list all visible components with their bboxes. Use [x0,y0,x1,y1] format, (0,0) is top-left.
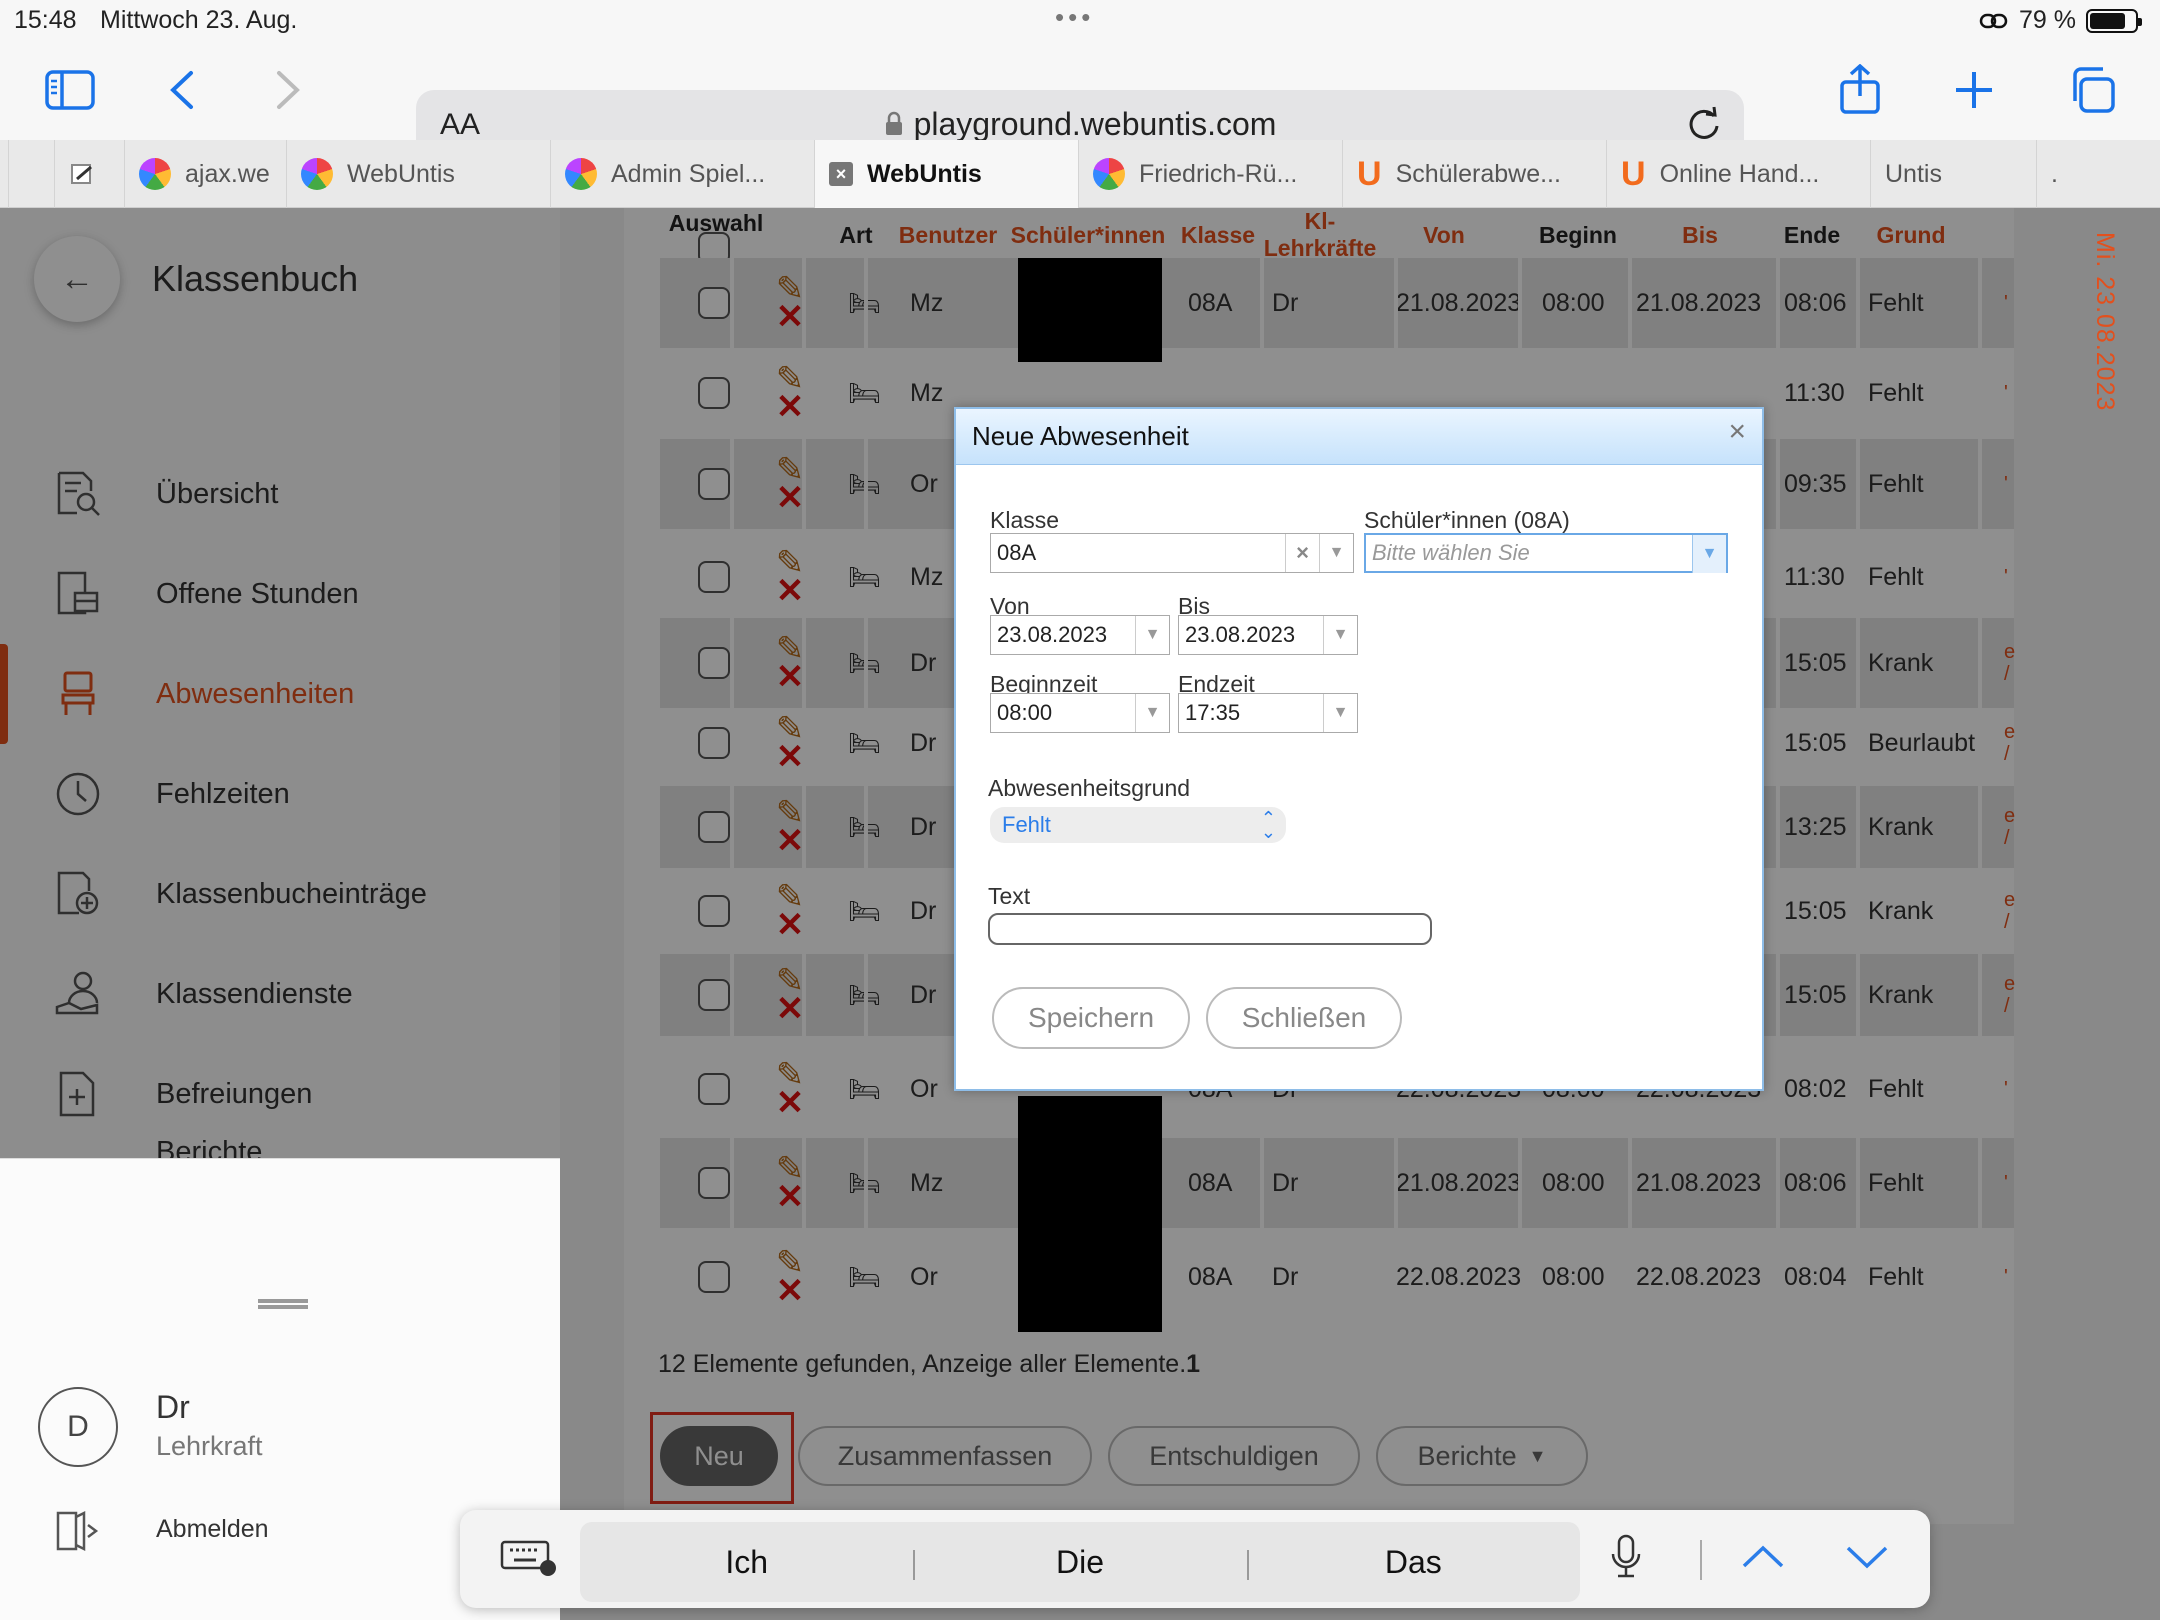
next-field-icon[interactable] [1842,1536,1892,1581]
webuntis-favicon [565,158,597,190]
bis-date-field[interactable]: 23.08.2023 ▼ [1178,615,1358,655]
klasse-label: Klasse [990,507,1060,533]
sidebar-dim-overlay [0,208,560,1158]
share-icon[interactable] [1830,60,1890,120]
url-text[interactable]: playground.webuntis.com [416,106,1744,143]
schliessen-button[interactable]: Schließen [1206,987,1402,1049]
speichern-button[interactable]: Speichern [992,987,1190,1049]
new-absence-dialog: Neue Abwesenheit × Klasse 08A × ▼ Schüle… [954,407,1764,1091]
tab-schuelerabwesenheit[interactable]: U Schülerabwe... [1342,140,1606,208]
klasse-value: 08A [997,540,1037,565]
tab-webuntis-active[interactable]: × WebUntis [814,140,1078,208]
separator [1700,1540,1702,1580]
endzeit-field[interactable]: 17:35 ▼ [1178,693,1358,733]
logout-link[interactable]: Abmelden [156,1515,269,1544]
tab-admin[interactable]: Admin Spiel... [550,140,814,208]
tab-label: Online Hand... [1659,159,1820,188]
tab-label: Untis [1885,159,1942,188]
close-tab-icon[interactable]: × [829,162,853,186]
klasse-select[interactable]: 08A × ▼ [990,533,1354,573]
beginnzeit-field[interactable]: 08:00 ▼ [990,693,1170,733]
browser-toolbar: AA playground.webuntis.com [0,42,2160,162]
webuntis-favicon [1093,158,1125,190]
chevron-down-icon[interactable]: ▼ [1323,616,1357,654]
tab-pinned[interactable] [8,140,54,208]
status-time: 15:48 [14,6,77,34]
lock-icon [885,111,902,135]
up-down-chevron-icon: ⌃ ⌄ [1260,808,1276,842]
webuntis-favicon [139,158,171,190]
tab-label: Admin Spiel... [611,159,766,188]
dialog-title: Neue Abwesenheit [972,421,1189,451]
battery-icon [2086,8,2142,33]
schueler-label: Schüler*innen (08A) [1364,507,1570,533]
tab-webuntis-1[interactable]: WebUntis [286,140,550,208]
chevron-down-icon[interactable]: ▼ [1319,534,1353,572]
logout-icon[interactable] [54,1509,100,1558]
forward-icon[interactable] [258,60,318,120]
beginnzeit-value: 08:00 [997,700,1053,725]
tab-more[interactable]: . [2036,140,2160,208]
tab-label: Friedrich-Rü... [1139,159,1298,188]
untis-u-icon: U [1621,154,1646,193]
tab-notes[interactable] [54,140,124,208]
webuntis-page: ← Klassenbuch Übersicht Offene Stunden A… [0,208,2160,1620]
battery-indicator: 79 % [1979,6,2142,35]
abwesenheitsgrund-select[interactable]: Fehlt ⌃ ⌄ [990,807,1286,843]
endzeit-value: 17:35 [1185,700,1241,725]
tab-strip: ajax.we WebUntis Admin Spiel... × WebUnt… [0,140,2160,208]
tab-label: WebUntis [867,159,982,188]
suggestion-3[interactable]: Das [1246,1522,1580,1602]
link-icon [1979,13,2008,28]
tab-label: ajax.we [185,159,270,188]
tab-label: WebUntis [347,159,455,188]
chevron-down-icon[interactable]: ▼ [1692,535,1726,573]
status-bar: 15:48 Mittwoch 23. Aug. ••• 79 % [0,0,2160,42]
user-role: Lehrkraft [156,1431,263,1461]
url-label: playground.webuntis.com [913,106,1277,142]
previous-field-icon[interactable] [1738,1536,1788,1581]
status-date: Mittwoch 23. Aug. [100,6,298,34]
suggestion-2[interactable]: Die [913,1522,1246,1602]
clear-icon[interactable]: × [1285,534,1319,572]
avatar[interactable]: D [38,1387,118,1467]
tab-online-handbuch[interactable]: U Online Hand... [1606,140,1870,208]
microphone-icon[interactable] [1608,1532,1644,1587]
multitasking-dots-icon[interactable]: ••• [1055,2,1094,33]
predictive-suggestions: Ich Die Das [580,1522,1580,1602]
tab-label: Schülerabwe... [1395,159,1561,188]
tab-overview-icon[interactable] [2062,60,2122,120]
von-date-field[interactable]: 23.08.2023 ▼ [990,615,1170,655]
tab-label: . [2051,159,2058,188]
untis-u-icon: U [1357,154,1382,193]
sidebar-toggle-icon[interactable] [40,60,100,120]
webuntis-favicon [301,158,333,190]
notes-icon [71,164,92,184]
dialog-header: Neue Abwesenheit × [956,409,1762,465]
suggestion-1[interactable]: Ich [580,1522,913,1602]
tab-ajax[interactable]: ajax.we [124,140,286,208]
bis-value: 23.08.2023 [1185,622,1296,647]
battery-percent: 79 % [2019,6,2076,34]
drag-handle-icon[interactable] [258,1299,308,1309]
tab-friedrich[interactable]: Friedrich-Rü... [1078,140,1342,208]
von-value: 23.08.2023 [997,622,1108,647]
keyboard-icon[interactable] [500,1536,558,1581]
text-input[interactable] [988,913,1432,945]
abwesenheitsgrund-label: Abwesenheitsgrund [988,775,1191,801]
back-icon[interactable] [152,60,212,120]
abwesenheitsgrund-value: Fehlt [1002,812,1051,837]
dialog-close-icon[interactable]: × [1728,415,1746,449]
chevron-down-icon[interactable]: ▼ [1323,694,1357,732]
user-name: Dr [156,1389,190,1425]
schueler-select[interactable]: Bitte wählen Sie ▼ [1364,533,1728,573]
text-label: Text [988,883,1031,909]
schueler-placeholder: Bitte wählen Sie [1372,540,1530,565]
chevron-down-icon[interactable]: ▼ [1135,616,1169,654]
tab-untis[interactable]: Untis [1870,140,2036,208]
chevron-down-icon[interactable]: ▼ [1135,694,1169,732]
new-tab-icon[interactable] [1944,60,2004,120]
keyboard-shortcut-bar: Ich Die Das [460,1510,1930,1608]
date-side-label: Mi. 23.08.2023 [2091,232,2119,412]
